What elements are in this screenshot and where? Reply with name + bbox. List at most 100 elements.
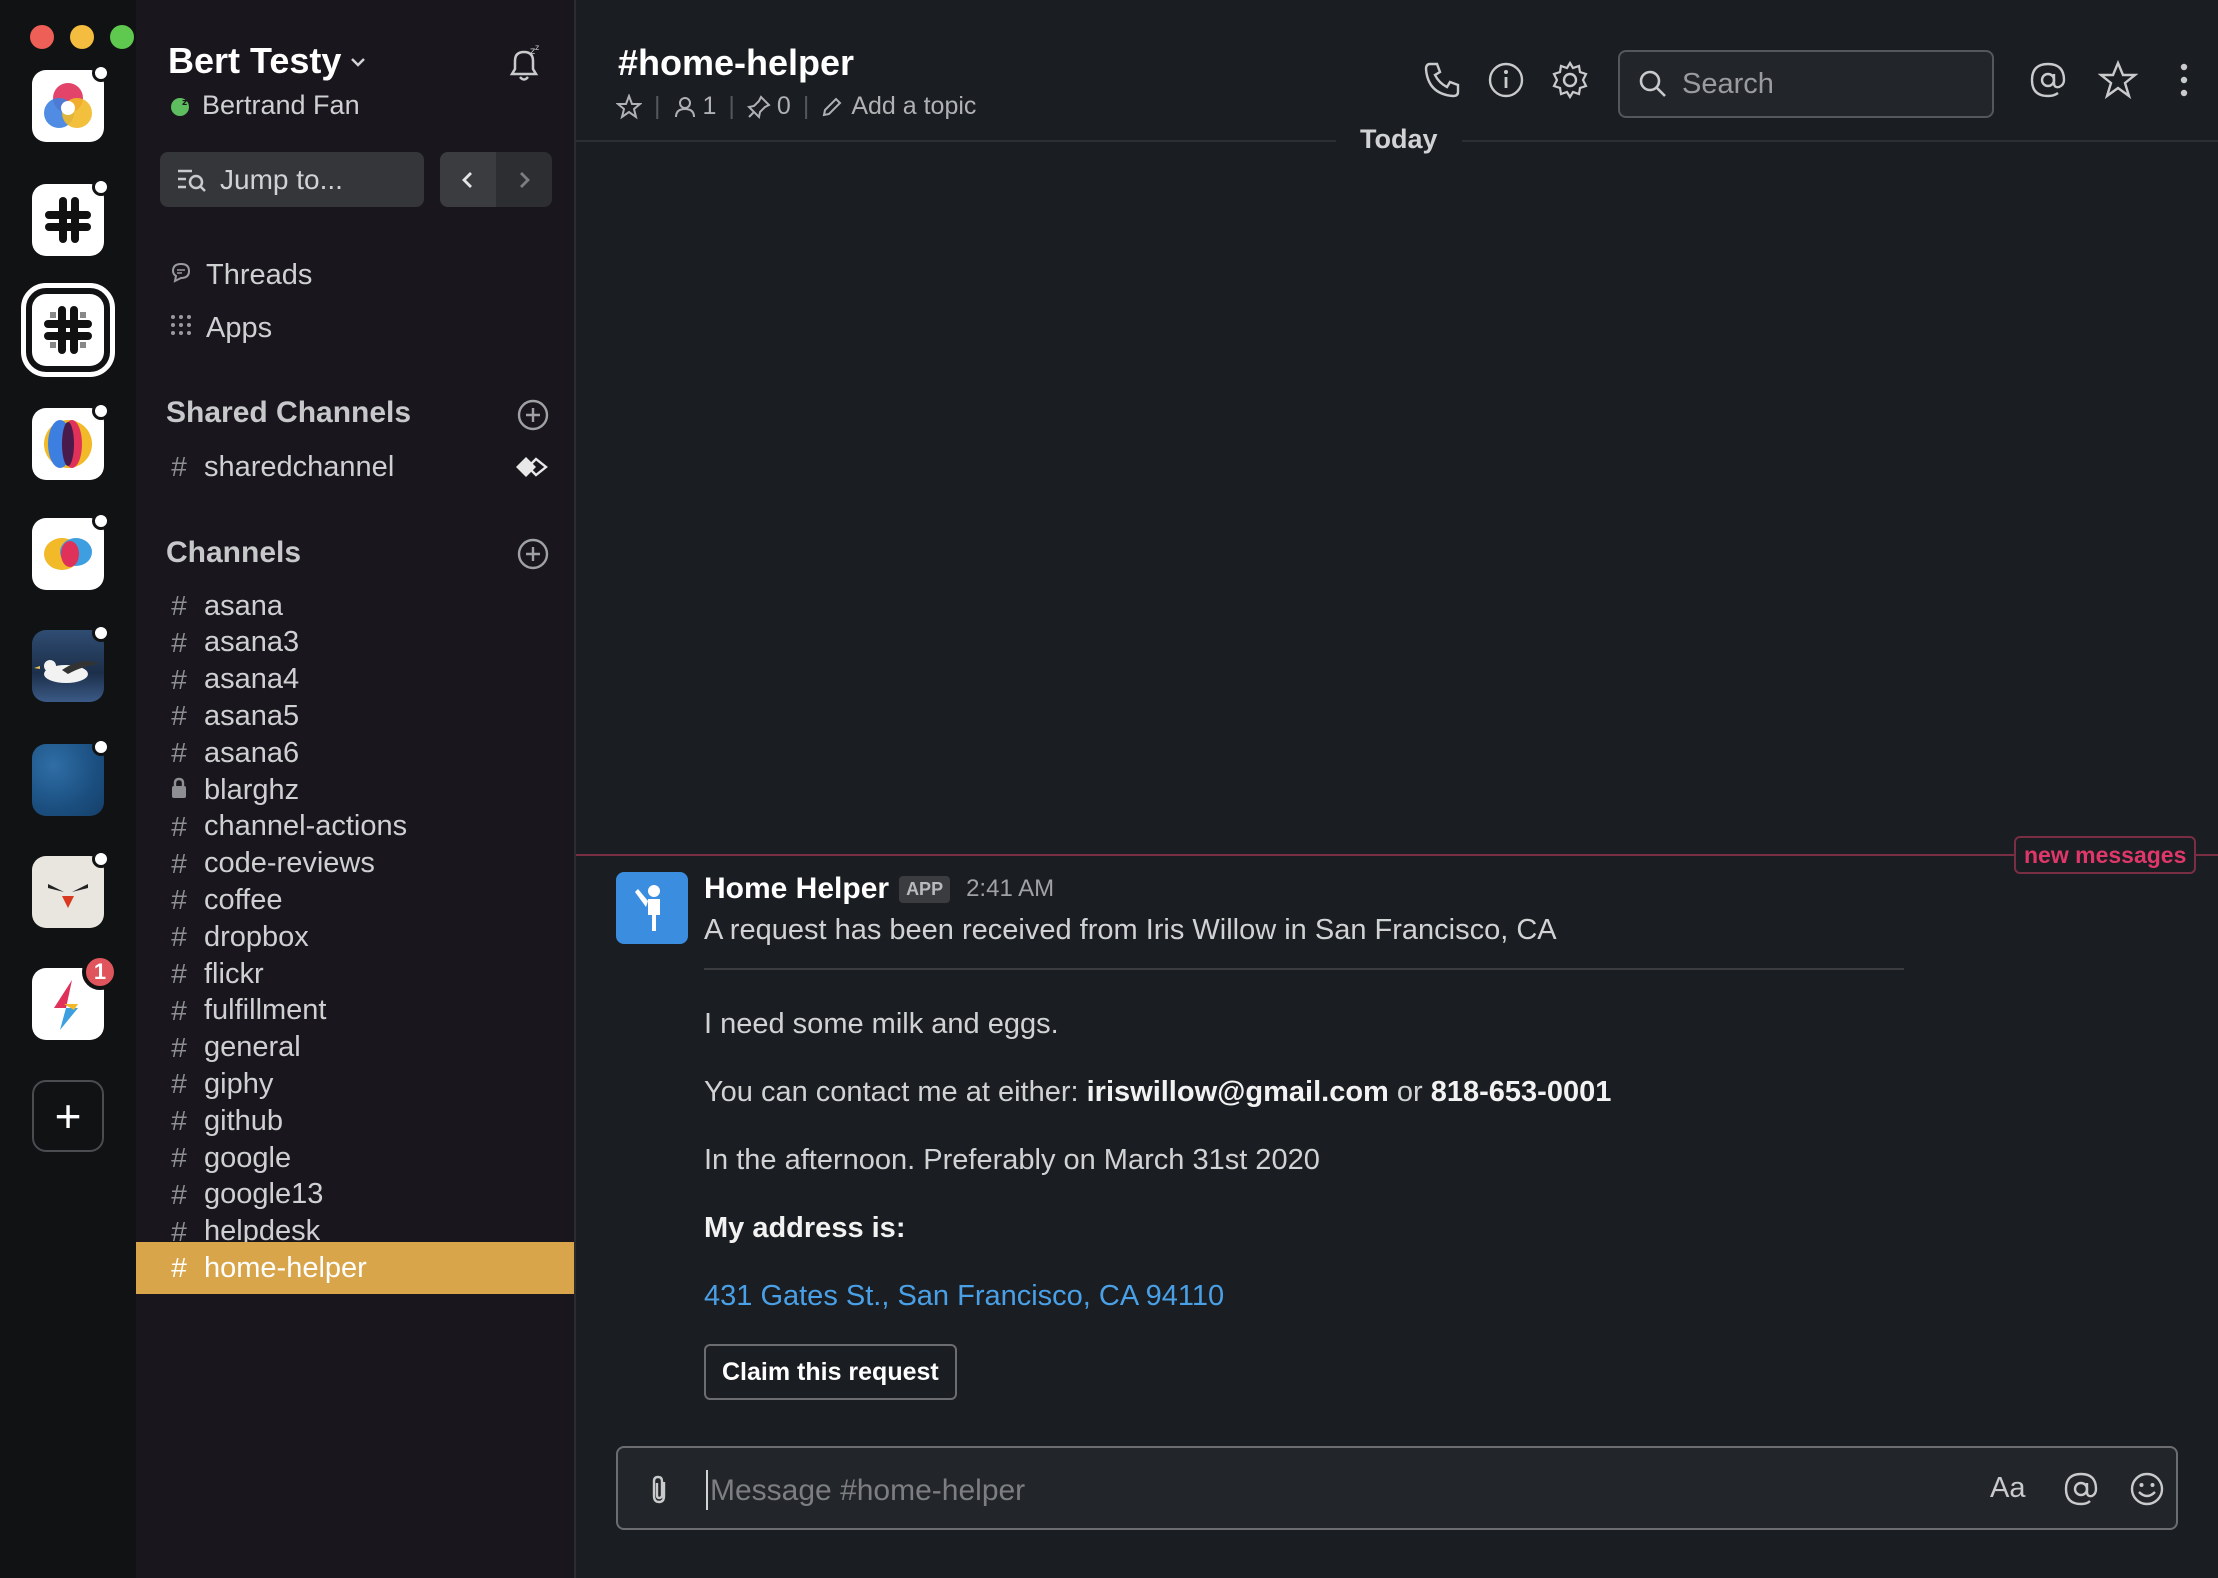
hash-icon: #: [171, 737, 187, 769]
workspace-4[interactable]: [32, 402, 110, 480]
sidebar-item-home-helper[interactable]: # home-helper: [136, 1242, 574, 1295]
sender-name[interactable]: Home Helper: [704, 872, 889, 906]
address-label: My address is:: [704, 1212, 905, 1245]
main-panel: #home-helper | 1 | 0 | Add a topic Searc…: [576, 0, 2218, 1578]
more-actions-icon[interactable]: [2172, 60, 2196, 100]
sidebar-item-label: Apps: [206, 311, 273, 344]
message-composer[interactable]: Message #home-helper Aa: [616, 1446, 2178, 1530]
notification-bell-snooze-icon[interactable]: zz: [502, 42, 546, 86]
add-workspace-button[interactable]: +: [32, 1080, 104, 1152]
new-messages-badge[interactable]: new messages: [2014, 836, 2197, 874]
formatting-button[interactable]: Aa: [1990, 1472, 2025, 1505]
mentions-icon[interactable]: [2028, 60, 2068, 100]
star-icon[interactable]: [616, 93, 642, 120]
workspace-1[interactable]: [32, 64, 110, 142]
unread-dot: [92, 402, 110, 420]
unread-dot: [92, 178, 110, 196]
message-intro: A request has been received from Iris Wi…: [704, 914, 1557, 946]
address-link[interactable]: 431 Gates St., San Francisco, CA 94110: [704, 1280, 1224, 1313]
channel-name: asana6: [204, 736, 300, 769]
hash-icon: #: [171, 626, 187, 658]
message-divider: [704, 968, 1904, 970]
channel-name: flickr: [204, 957, 264, 990]
apps-icon: [168, 312, 194, 344]
bot-avatar[interactable]: [616, 872, 688, 944]
jump-to-button[interactable]: Jump to...: [160, 152, 424, 207]
window-zoom-button[interactable]: [110, 25, 134, 49]
search-input[interactable]: Search: [1618, 50, 1994, 118]
lock-icon: [168, 774, 190, 806]
chevron-down-icon[interactable]: [346, 50, 370, 74]
hash-icon: #: [171, 847, 187, 879]
hash-icon: #: [171, 1031, 187, 1063]
unread-badge: 1: [82, 954, 118, 990]
channel-name: google13: [204, 1178, 324, 1211]
hash-icon: #: [171, 590, 187, 621]
person-waving-icon: [635, 885, 660, 931]
bird-face-logo-icon: [32, 856, 104, 928]
team-name[interactable]: Bert Testy: [168, 40, 341, 82]
claim-request-button[interactable]: Claim this request: [704, 1344, 957, 1400]
sidebar-item-threads[interactable]: Threads: [168, 252, 548, 298]
workspace-9[interactable]: 1: [32, 954, 118, 1040]
attachment-icon[interactable]: [642, 1472, 678, 1508]
message-input-placeholder[interactable]: Message #home-helper: [710, 1474, 1025, 1508]
channel-name: dropbox: [204, 920, 309, 953]
add-channel-icon[interactable]: [516, 537, 550, 571]
info-icon[interactable]: [1486, 60, 1526, 100]
sidebar-item-sharedchannel[interactable]: # sharedchannel: [168, 444, 548, 490]
shared-channels-heading[interactable]: Shared Channels: [166, 396, 411, 430]
hash-icon: #: [171, 1105, 187, 1137]
add-topic-button[interactable]: Add a topic: [821, 92, 976, 121]
back-button[interactable]: [440, 152, 496, 207]
workspace-8[interactable]: [32, 850, 110, 928]
hash-icon: #: [171, 451, 187, 482]
text-cursor: [706, 1470, 708, 1510]
gear-icon[interactable]: [1550, 60, 1590, 100]
current-user[interactable]: z Bertrand Fan: [168, 90, 360, 121]
channel-name: google: [204, 1141, 292, 1174]
hash-icon: #: [171, 1142, 187, 1173]
sidebar-item-apps[interactable]: Apps: [168, 305, 548, 351]
window-minimize-button[interactable]: [70, 25, 94, 49]
channels-heading[interactable]: Channels: [166, 536, 301, 570]
workspace-6[interactable]: [32, 624, 110, 702]
channel-name: sharedchannel: [204, 450, 395, 483]
emoji-icon[interactable]: [2128, 1470, 2166, 1508]
phone-icon[interactable]: [1422, 60, 1462, 100]
starred-items-icon[interactable]: [2098, 60, 2138, 100]
workspace-7[interactable]: [32, 738, 110, 816]
unread-dot: [92, 512, 110, 530]
seabird-photo-icon: [32, 630, 104, 702]
sidebar: Bert Testy z Bertrand Fan zz Jump to... …: [136, 0, 576, 1578]
slack-logo-icon: [32, 184, 104, 256]
pinned-count: 0: [776, 92, 791, 120]
workspace-3[interactable]: [21, 283, 115, 377]
message-header: Home Helper APP 2:41 AM: [704, 872, 1054, 906]
workspace-5[interactable]: [32, 512, 110, 590]
channel-name: asana3: [204, 626, 300, 659]
window-close-button[interactable]: [30, 25, 54, 49]
hash-icon: #: [171, 810, 187, 842]
message-timestamp[interactable]: 2:41 AM: [966, 875, 1054, 903]
app-badge: APP: [899, 875, 951, 903]
contact-email: iriswillow@gmail.com: [1086, 1076, 1389, 1108]
members-button[interactable]: 1: [673, 92, 716, 121]
forward-button[interactable]: [496, 152, 552, 207]
pencil-icon: [823, 97, 842, 116]
channel-name: blarghz: [204, 773, 300, 806]
pinned-button[interactable]: 0: [746, 92, 791, 121]
chevron-left-icon: [462, 171, 472, 188]
channel-meta: | 1 | 0 | Add a topic: [616, 92, 976, 121]
mention-icon[interactable]: [2062, 1470, 2100, 1508]
channel-name: giphy: [204, 1067, 274, 1100]
slack-checkered-logo-icon: [32, 294, 104, 366]
svg-text:z: z: [182, 98, 187, 108]
jump-to-label: Jump to...: [220, 163, 343, 195]
channel-title[interactable]: #home-helper: [618, 42, 854, 84]
hash-icon: #: [171, 1252, 187, 1284]
divider: |: [802, 92, 810, 120]
workspace-2[interactable]: [32, 178, 110, 256]
add-shared-channel-icon[interactable]: [516, 398, 550, 432]
address-label-text: My address is:: [704, 1212, 906, 1244]
